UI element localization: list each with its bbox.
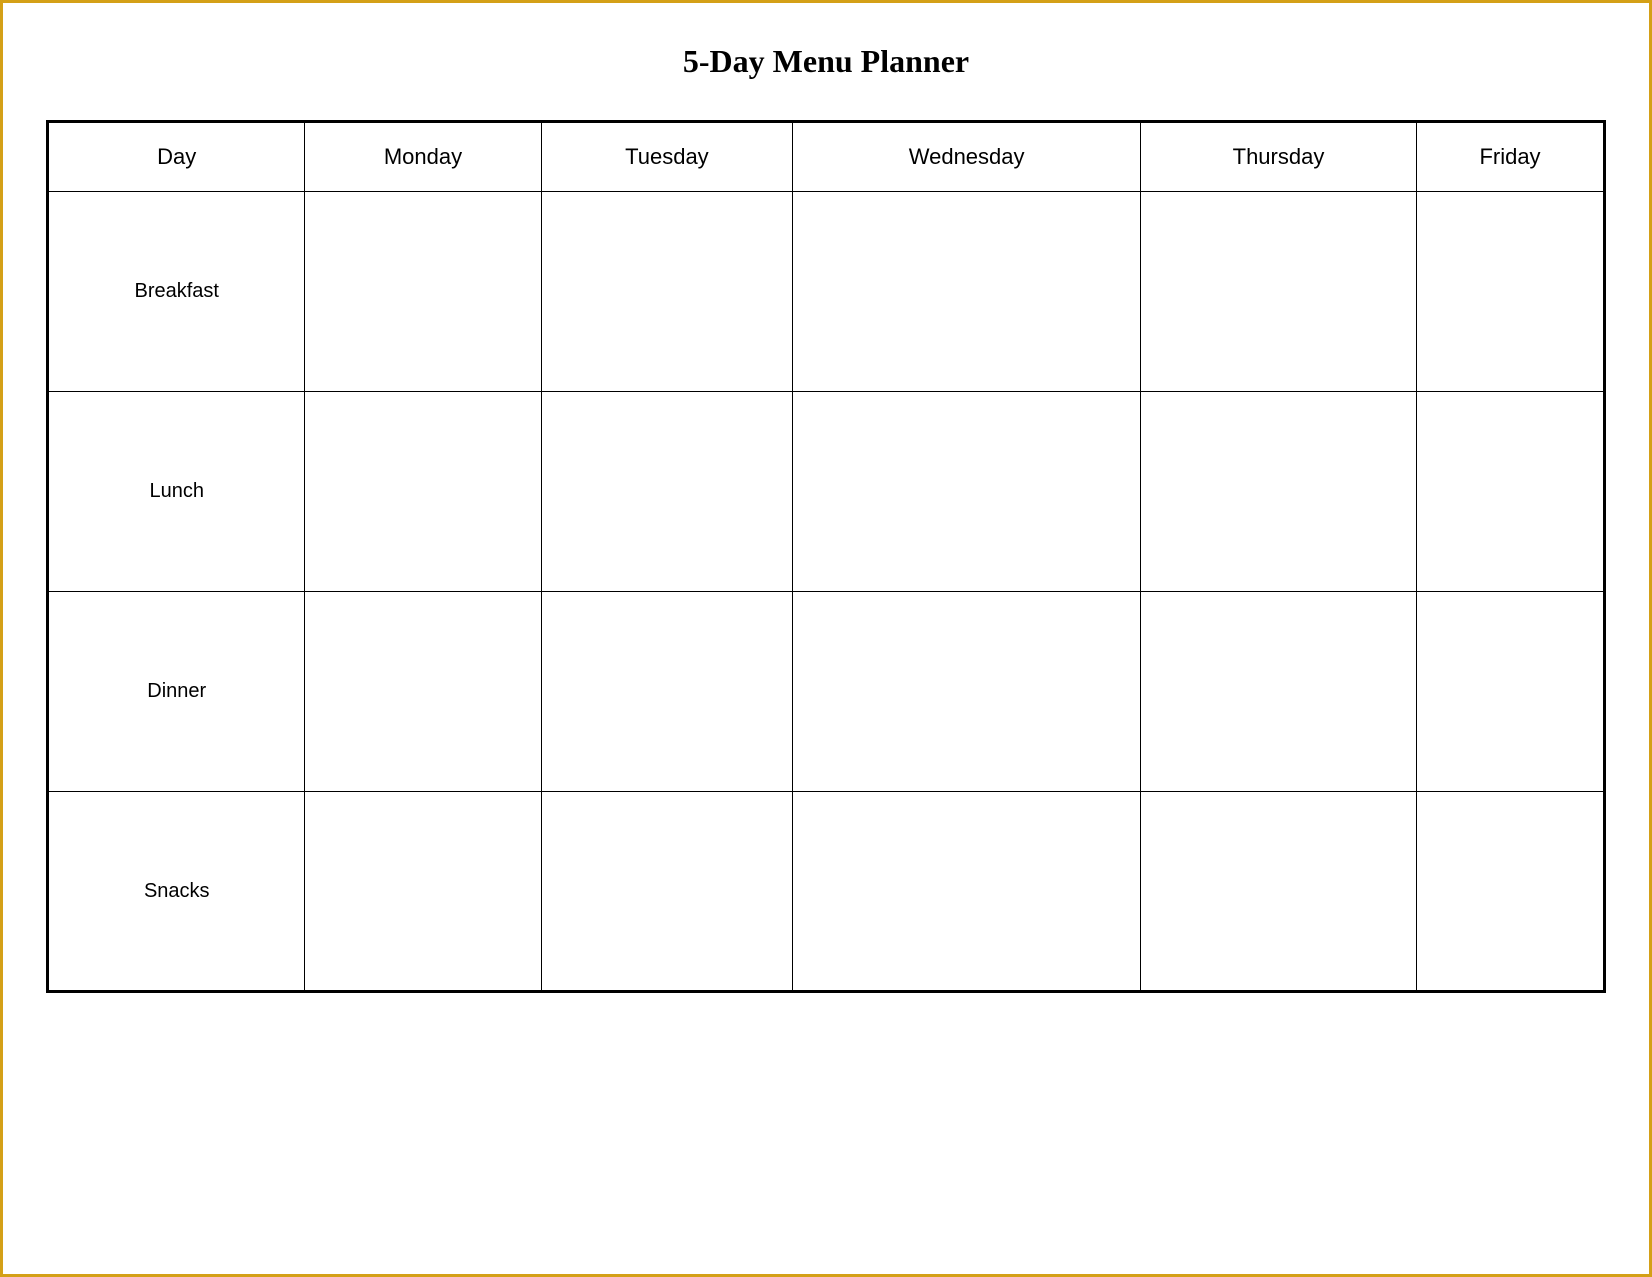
meal-row: Lunch bbox=[48, 392, 1605, 592]
cell-breakfast-monday[interactable] bbox=[305, 192, 541, 392]
cell-dinner-wednesday[interactable] bbox=[793, 592, 1141, 792]
cell-snacks-tuesday[interactable] bbox=[541, 792, 793, 992]
meal-label-snacks: Snacks bbox=[48, 792, 305, 992]
meal-label-lunch: Lunch bbox=[48, 392, 305, 592]
cell-snacks-thursday[interactable] bbox=[1140, 792, 1416, 992]
cell-lunch-thursday[interactable] bbox=[1140, 392, 1416, 592]
col-header-tuesday: Tuesday bbox=[541, 122, 793, 192]
cell-dinner-thursday[interactable] bbox=[1140, 592, 1416, 792]
meal-row: Dinner bbox=[48, 592, 1605, 792]
meal-label-dinner: Dinner bbox=[48, 592, 305, 792]
meal-row: Snacks bbox=[48, 792, 1605, 992]
header-row: Day Monday Tuesday Wednesday Thursday Fr… bbox=[48, 122, 1605, 192]
cell-breakfast-friday[interactable] bbox=[1417, 192, 1605, 392]
cell-lunch-friday[interactable] bbox=[1417, 392, 1605, 592]
meal-row: Breakfast bbox=[48, 192, 1605, 392]
cell-dinner-tuesday[interactable] bbox=[541, 592, 793, 792]
col-header-wednesday: Wednesday bbox=[793, 122, 1141, 192]
page-title: 5-Day Menu Planner bbox=[683, 43, 969, 80]
cell-snacks-friday[interactable] bbox=[1417, 792, 1605, 992]
cell-breakfast-thursday[interactable] bbox=[1140, 192, 1416, 392]
col-header-friday: Friday bbox=[1417, 122, 1605, 192]
cell-lunch-wednesday[interactable] bbox=[793, 392, 1141, 592]
cell-snacks-wednesday[interactable] bbox=[793, 792, 1141, 992]
meal-label-breakfast: Breakfast bbox=[48, 192, 305, 392]
cell-dinner-friday[interactable] bbox=[1417, 592, 1605, 792]
cell-breakfast-wednesday[interactable] bbox=[793, 192, 1141, 392]
cell-breakfast-tuesday[interactable] bbox=[541, 192, 793, 392]
cell-lunch-tuesday[interactable] bbox=[541, 392, 793, 592]
menu-planner-table: Day Monday Tuesday Wednesday Thursday Fr… bbox=[46, 120, 1606, 993]
col-header-day: Day bbox=[48, 122, 305, 192]
cell-dinner-monday[interactable] bbox=[305, 592, 541, 792]
cell-snacks-monday[interactable] bbox=[305, 792, 541, 992]
cell-lunch-monday[interactable] bbox=[305, 392, 541, 592]
col-header-monday: Monday bbox=[305, 122, 541, 192]
col-header-thursday: Thursday bbox=[1140, 122, 1416, 192]
